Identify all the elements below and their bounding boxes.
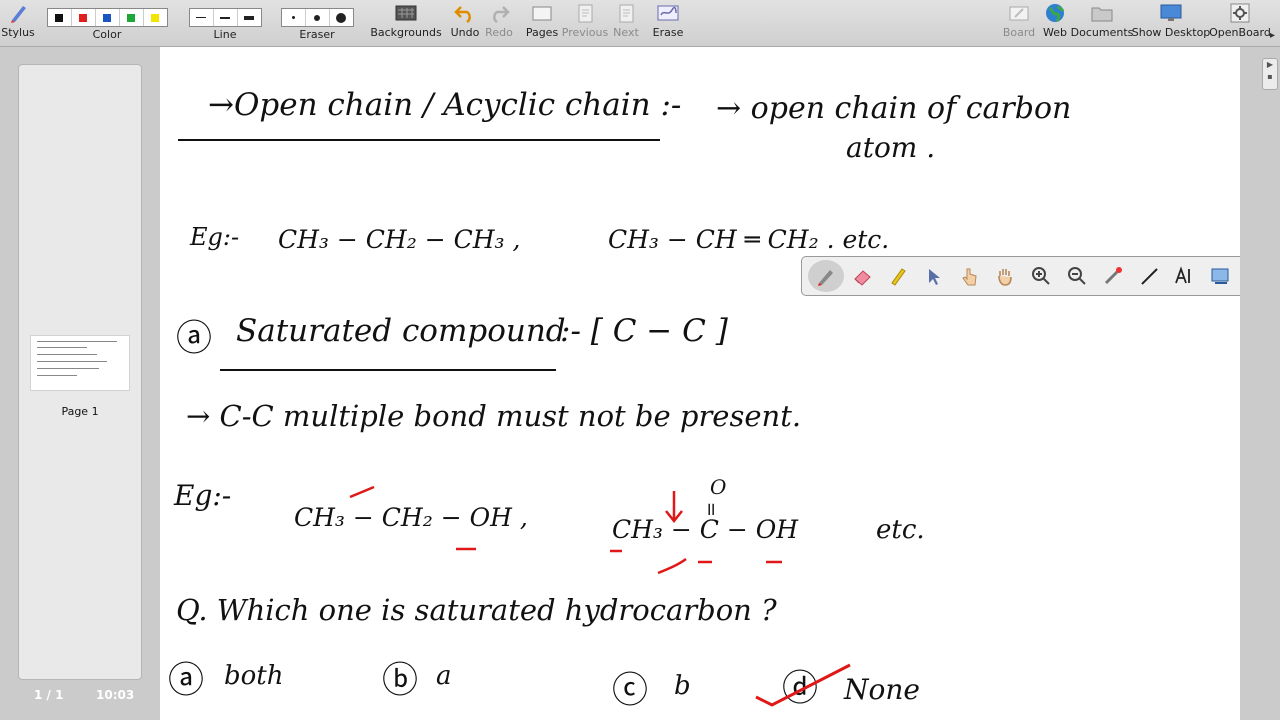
erase-icon [656, 0, 680, 26]
erase-button[interactable]: Erase [652, 0, 684, 46]
color-blue[interactable] [96, 9, 120, 26]
laser-pointer-tool-icon[interactable] [1095, 260, 1131, 292]
previous-button[interactable]: Previous [562, 0, 608, 46]
zoom-out-tool-icon[interactable] [1059, 260, 1095, 292]
board-icon [1008, 0, 1030, 26]
pen-tool-icon[interactable] [808, 260, 844, 292]
board-button[interactable]: Board [1002, 0, 1036, 46]
floating-draw-toolbar [801, 256, 1275, 296]
stylus-button[interactable]: Stylus [1, 0, 35, 46]
undo-label: Undo [450, 26, 480, 39]
previous-label: Previous [561, 26, 609, 39]
globe-icon [1044, 0, 1066, 26]
erase-label: Erase [652, 26, 684, 39]
color-label: Color [92, 28, 122, 41]
hand-tool-icon[interactable] [987, 260, 1023, 292]
eraser-medium[interactable] [306, 9, 330, 26]
backgrounds-label: Backgrounds [370, 26, 442, 39]
eraser-small[interactable] [282, 9, 306, 26]
next-button[interactable]: Next [610, 0, 642, 46]
redo-button[interactable]: Redo [484, 0, 514, 46]
color-group: Color [44, 0, 170, 46]
line-medium[interactable] [214, 9, 238, 26]
clock: 10:03 [96, 688, 135, 702]
web-label: Web [1043, 26, 1067, 39]
board-label: Board [1002, 26, 1036, 39]
show-desktop-label: Show Desktop [1131, 26, 1211, 39]
web-button[interactable]: Web [1040, 0, 1070, 46]
next-page-icon [616, 0, 636, 26]
color-yellow[interactable] [144, 9, 167, 26]
highlighter-tool-icon[interactable] [880, 260, 916, 292]
page-thumbnail-label: Page 1 [61, 405, 99, 418]
pages-label: Pages [525, 26, 559, 39]
collapse-right-panel-icon[interactable]: ▶ ▪ [1262, 58, 1278, 90]
backgrounds-icon [395, 0, 417, 26]
line-thick[interactable] [238, 9, 261, 26]
line-tool-icon[interactable] [1131, 260, 1167, 292]
documents-button[interactable]: Documents [1071, 0, 1133, 46]
redo-label: Redo [485, 26, 513, 39]
main-toolbar: Stylus Color Line Eraser Backgrounds Und… [0, 0, 1280, 47]
redo-icon [488, 0, 510, 26]
color-black[interactable] [48, 9, 72, 26]
eraser-sizes [280, 8, 354, 27]
undo-icon [454, 0, 476, 26]
folder-icon [1090, 0, 1114, 26]
previous-page-icon [575, 0, 595, 26]
pages-icon [531, 0, 553, 26]
page-thumbnail[interactable] [30, 335, 130, 391]
play-pointer-tool-icon[interactable] [951, 260, 987, 292]
capture-tool-icon[interactable] [1202, 260, 1238, 292]
right-sidebar [1240, 47, 1280, 720]
line-label: Line [213, 28, 237, 41]
text-tool-icon[interactable] [1166, 260, 1202, 292]
show-desktop-button[interactable]: Show Desktop [1132, 0, 1210, 46]
eraser-tool-icon[interactable] [844, 260, 880, 292]
page-count: 1 / 1 [34, 688, 64, 702]
desktop-icon [1159, 0, 1183, 26]
color-red[interactable] [72, 9, 96, 26]
color-swatches [46, 8, 168, 27]
color-green[interactable] [120, 9, 144, 26]
line-group: Line [188, 0, 262, 46]
eraser-group: Eraser [280, 0, 354, 46]
whiteboard-canvas[interactable]: →Open chain / Acyclic chain :- → open ch… [160, 47, 1240, 720]
undo-button[interactable]: Undo [450, 0, 480, 46]
zoom-in-tool-icon[interactable] [1023, 260, 1059, 292]
stylus-icon [7, 0, 29, 26]
line-widths [188, 8, 262, 27]
openboard-label: OpenBoard [1209, 26, 1271, 39]
pages-button[interactable]: Pages [526, 0, 558, 46]
toolbar-overflow-icon[interactable]: ▸ [1270, 30, 1275, 41]
documents-label: Documents [1070, 26, 1134, 39]
openboard-button[interactable]: OpenBoard [1209, 0, 1271, 46]
next-label: Next [613, 26, 639, 39]
eraser-label: Eraser [299, 28, 335, 41]
red-ink-annotations [349, 485, 851, 707]
line-thin[interactable] [190, 9, 214, 26]
stylus-label: Stylus [1, 26, 35, 39]
openboard-menu-icon [1229, 0, 1251, 26]
backgrounds-button[interactable]: Backgrounds [370, 0, 442, 46]
selector-tool-icon[interactable] [916, 260, 952, 292]
eraser-large[interactable] [330, 9, 353, 26]
